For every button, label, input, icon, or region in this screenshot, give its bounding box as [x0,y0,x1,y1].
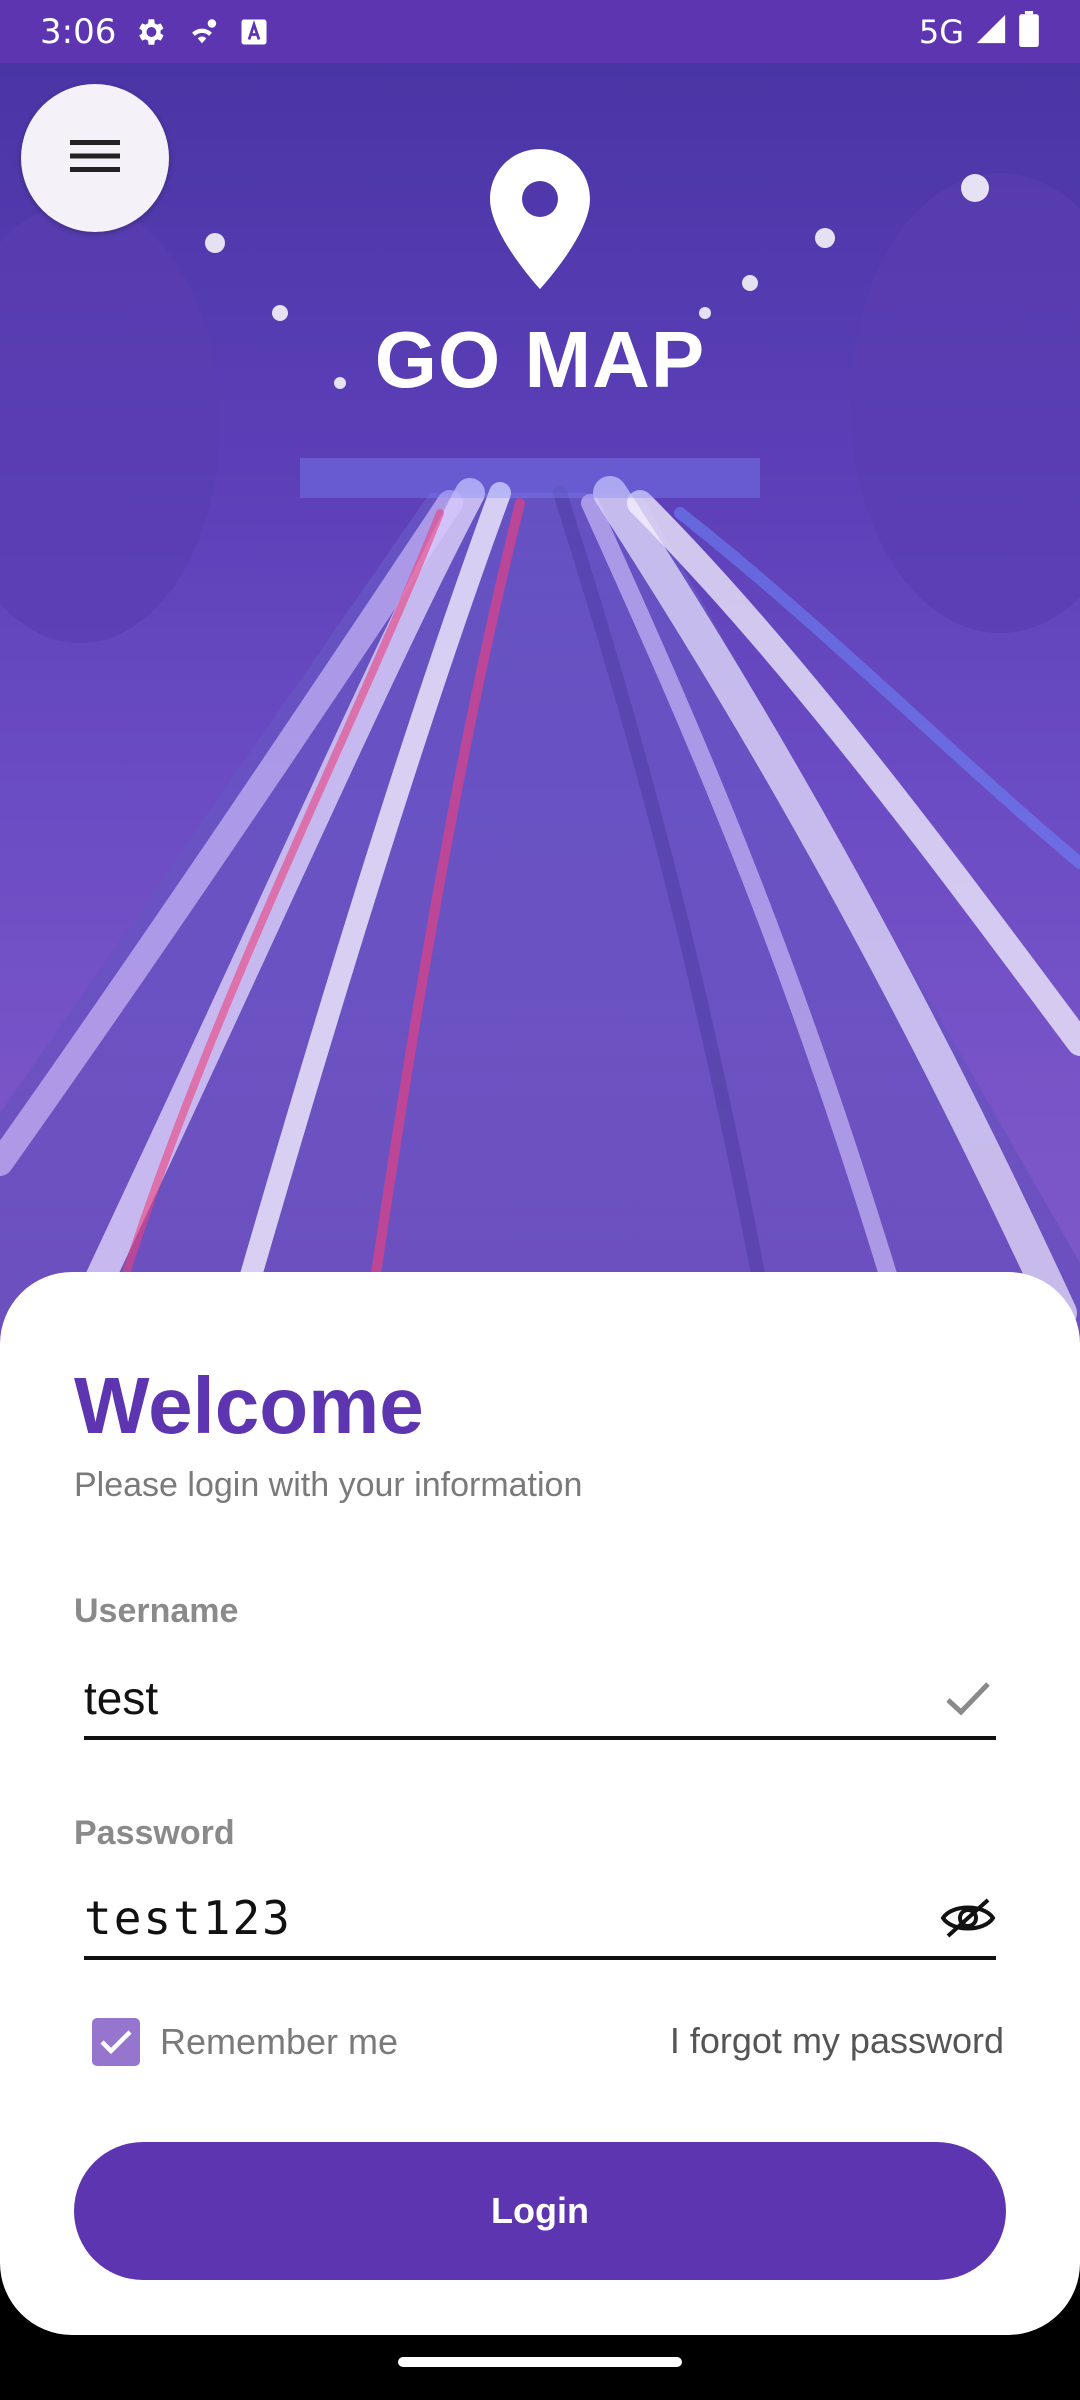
remember-me-checkbox[interactable] [92,2018,140,2066]
battery-icon [1018,11,1040,52]
signal-icon [974,12,1008,51]
checkmark-icon [940,1670,996,1726]
wifi-icon [182,12,222,52]
password-field [84,1880,996,1960]
navigation-bar [0,2335,1080,2400]
forgot-password-link[interactable]: I forgot my password [670,2020,1004,2062]
login-subtitle: Please login with your information [74,1466,583,1504]
username-label: Username [74,1592,239,1630]
login-button[interactable]: Login [74,2142,1006,2280]
app-logo: GO MAP [0,149,1080,406]
network-type: 5G [918,12,964,51]
settings-icon [130,12,170,52]
location-pin-icon [490,149,590,294]
username-field [84,1660,996,1740]
visibility-off-icon[interactable] [940,1890,996,1946]
login-card: Welcome Please login with your informati… [0,1272,1080,2335]
app-title: GO MAP [374,315,706,404]
remember-me[interactable]: Remember me [92,2018,398,2066]
keyboard-a-icon [234,12,274,52]
status-bar: 3:06 5G [0,0,1080,63]
hero-background-image: GO MAP [0,63,1080,1400]
password-label: Password [74,1814,235,1852]
username-input[interactable] [84,1668,904,1728]
status-time: 3:06 [40,11,117,52]
password-input[interactable] [84,1888,904,1948]
home-gesture-handle[interactable] [398,2357,682,2367]
welcome-heading: Welcome [74,1361,424,1450]
remember-me-label: Remember me [160,2021,399,2062]
